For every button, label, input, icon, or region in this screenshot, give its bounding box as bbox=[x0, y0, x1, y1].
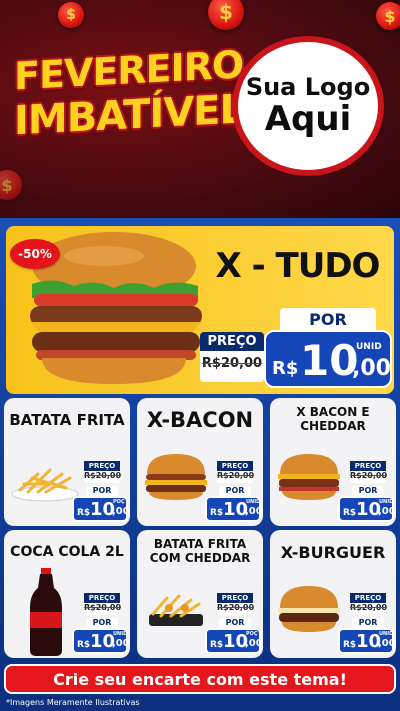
currency: R$ bbox=[77, 508, 91, 518]
unit-label: UNID bbox=[379, 631, 394, 637]
product-name: BATATA FRITA bbox=[9, 411, 125, 429]
price-cents: ,00 bbox=[245, 638, 263, 649]
featured-old-price-box: PREÇO R$20,00 bbox=[200, 332, 264, 382]
currency: R$ bbox=[210, 508, 224, 518]
fries-icon bbox=[11, 468, 79, 502]
old-price: R$20,00 bbox=[217, 603, 255, 612]
por-box: POR bbox=[219, 618, 251, 628]
preco-label: PREÇO bbox=[217, 461, 253, 471]
old-price-box: PREÇO R$20,00 bbox=[350, 461, 388, 483]
discount-badge: -50% bbox=[10, 239, 60, 269]
burger-icon bbox=[278, 454, 340, 500]
price-cents: ,00 bbox=[112, 638, 130, 649]
price-cents: ,00 bbox=[245, 506, 263, 517]
coin-icon: $ bbox=[376, 2, 400, 30]
unit-label: POÇ bbox=[113, 499, 125, 505]
price-cents: ,00 bbox=[378, 638, 396, 649]
featured-por-box: POR bbox=[280, 308, 376, 332]
logo-placeholder: Sua Logo Aqui bbox=[232, 36, 384, 176]
coin-icon: $ bbox=[208, 0, 244, 30]
preco-label: PREÇO bbox=[350, 593, 386, 603]
logo-text-2: Aqui bbox=[264, 98, 352, 139]
old-price-box: PREÇO R$20,00 bbox=[217, 461, 255, 483]
header-banner: $ $ $ $ FEVEREIRO IMBATÍVEL Sua Logo Aqu… bbox=[0, 0, 400, 218]
unit-label: UNID bbox=[356, 342, 382, 352]
product-name: X BACON E CHEDDAR bbox=[296, 405, 370, 433]
title-line-2: IMBATÍVEL bbox=[14, 86, 244, 145]
old-price-box: PREÇO R$20,00 bbox=[84, 461, 122, 483]
burger-icon bbox=[145, 454, 207, 500]
price-cents: ,00 bbox=[378, 506, 396, 517]
logo-text-1: Sua Logo bbox=[245, 73, 371, 102]
currency: R$ bbox=[343, 640, 357, 650]
product-name: BATATA FRITA COM CHEDDAR bbox=[149, 537, 251, 565]
fries-icon bbox=[149, 594, 203, 626]
currency: R$ bbox=[272, 358, 299, 379]
preco-label: PREÇO bbox=[217, 593, 253, 603]
old-price-box: PREÇO R$20,00 bbox=[84, 593, 122, 615]
price-cents: ,00 bbox=[112, 506, 130, 517]
create-flyer-button[interactable]: Crie seu encarte com este tema! bbox=[4, 664, 396, 694]
product-name: X-BURGUER bbox=[280, 543, 386, 562]
coin-icon: $ bbox=[0, 170, 22, 200]
currency: R$ bbox=[77, 640, 91, 650]
product-name: COCA COLA 2L bbox=[10, 544, 124, 560]
title-line-1: FEVEREIRO bbox=[14, 42, 244, 99]
featured-price-box: R$ 10 ,00 UNID bbox=[264, 330, 392, 388]
old-price: R$20,00 bbox=[350, 603, 388, 612]
product-name: X-BACON bbox=[146, 408, 254, 432]
por-box: POR bbox=[352, 618, 384, 628]
por-box: POR bbox=[219, 486, 251, 496]
old-price: R$20,00 bbox=[84, 471, 122, 480]
currency: R$ bbox=[210, 640, 224, 650]
coin-icon: $ bbox=[58, 2, 84, 28]
price-int: 10 bbox=[300, 336, 359, 385]
preco-label: PREÇO bbox=[84, 461, 120, 471]
price-box: R$ 10 ,00 POÇ bbox=[205, 628, 263, 654]
old-price: R$20,00 bbox=[201, 356, 263, 371]
por-box: POR bbox=[352, 486, 384, 496]
unit-label: POÇ bbox=[246, 631, 258, 637]
price-box: R$ 10 ,00 UNID bbox=[205, 496, 263, 522]
old-price-box: PREÇO R$20,00 bbox=[350, 593, 388, 615]
price-cents: ,00 bbox=[352, 356, 391, 381]
featured-product-name: X - TUDO bbox=[215, 246, 381, 286]
por-box: POR bbox=[86, 486, 118, 496]
old-price-box: PREÇO R$20,00 bbox=[217, 593, 255, 615]
price-box: R$ 10 ,00 POÇ bbox=[72, 496, 130, 522]
price-box: R$ 10 ,00 UNID bbox=[338, 628, 396, 654]
unit-label: UNID bbox=[113, 631, 128, 637]
campaign-title: FEVEREIRO IMBATÍVEL bbox=[14, 42, 244, 144]
currency: R$ bbox=[343, 508, 357, 518]
price-box: R$ 10 ,00 UNID bbox=[72, 628, 130, 654]
price-box: R$ 10 ,00 UNID bbox=[338, 496, 396, 522]
old-price: R$20,00 bbox=[217, 471, 255, 480]
preco-label: PREÇO bbox=[84, 593, 120, 603]
burger-icon bbox=[278, 586, 340, 632]
old-price: R$20,00 bbox=[350, 471, 388, 480]
por-box: POR bbox=[86, 618, 118, 628]
unit-label: UNID bbox=[379, 499, 394, 505]
old-price: R$20,00 bbox=[84, 603, 122, 612]
preco-label: PREÇO bbox=[200, 332, 264, 351]
soda-bottle-icon bbox=[30, 568, 62, 656]
unit-label: UNID bbox=[246, 499, 261, 505]
disclaimer: *Imagens Meramente Ilustrativas bbox=[6, 698, 140, 707]
preco-label: PREÇO bbox=[350, 461, 386, 471]
